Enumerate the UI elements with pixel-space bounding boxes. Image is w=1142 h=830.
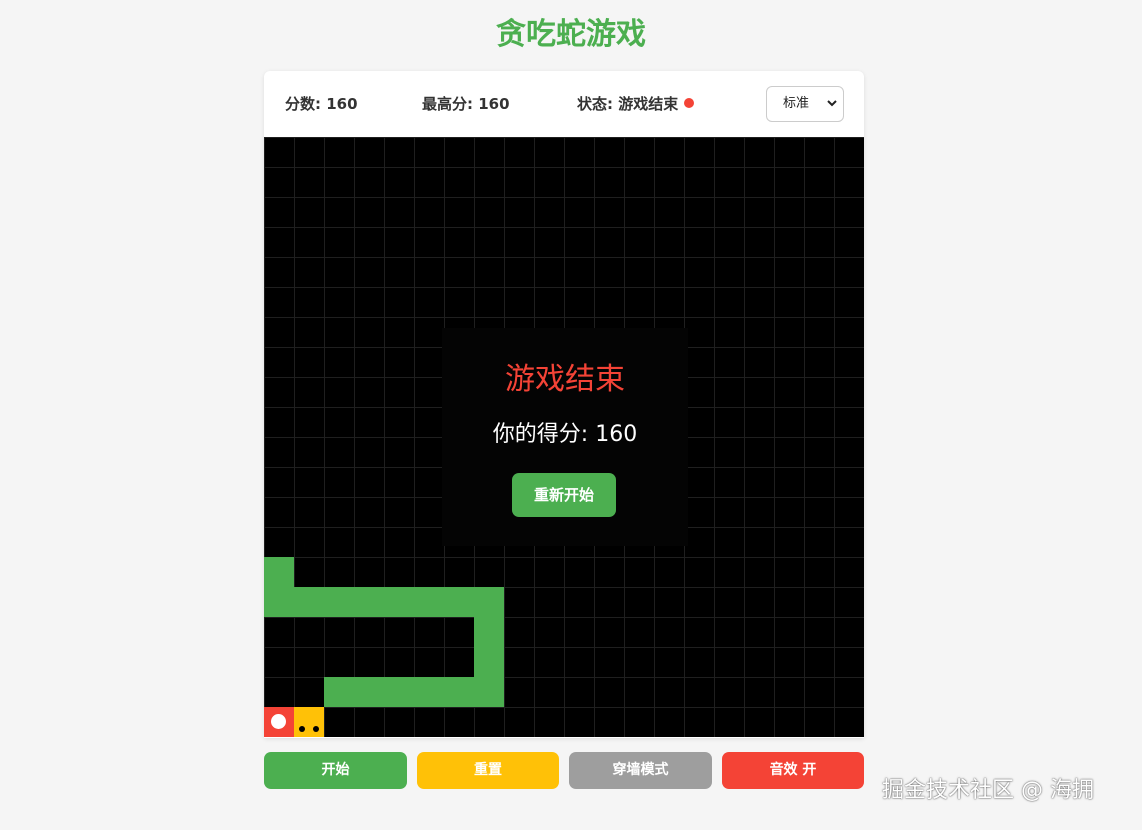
game-panel: 分数: 160 最高分: 160 状态: 游戏结束 标准 游戏结束 你的得分: … (264, 71, 864, 738)
sound-toggle-button[interactable]: 音效 开 (722, 752, 864, 789)
watermark: 掘金技术社区 @ 海拥 (882, 778, 1094, 803)
restart-button[interactable]: 重新开始 (512, 473, 616, 517)
snake-segment (264, 587, 294, 617)
snake-segment (414, 677, 444, 707)
snake-segment (414, 587, 444, 617)
snake-segment (474, 677, 504, 707)
snake-segment (354, 677, 384, 707)
snake-segment (384, 587, 414, 617)
stats-bar: 分数: 160 最高分: 160 状态: 游戏结束 标准 (264, 71, 864, 137)
snake-segment (264, 557, 294, 587)
page-title: 贪吃蛇游戏 (496, 17, 646, 52)
food-item (264, 707, 294, 737)
snake-segment (354, 587, 384, 617)
game-over-title: 游戏结束 (505, 362, 625, 397)
wall-mode-button[interactable]: 穿墙模式 (569, 752, 712, 789)
snake-segment (474, 647, 504, 677)
food-core (271, 714, 286, 729)
status-label: 状态: 游戏结束 (577, 94, 695, 114)
snake-eye (313, 726, 319, 732)
status-indicator-dot (684, 98, 695, 108)
snake-segment (474, 617, 504, 647)
snake-segment (474, 587, 504, 617)
start-button[interactable]: 开始 (264, 752, 407, 789)
snake-segment (324, 587, 354, 617)
high-score-label: 最高分: 160 (422, 95, 510, 113)
game-over-overlay: 游戏结束 你的得分: 160 重新开始 (442, 328, 688, 546)
snake-segment (324, 677, 354, 707)
snake-segment (294, 587, 324, 617)
snake-segment (444, 587, 474, 617)
snake-eye (299, 726, 305, 732)
snake-segment (384, 677, 414, 707)
final-score-text: 你的得分: 160 (492, 422, 638, 447)
reset-button[interactable]: 重置 (417, 752, 559, 789)
score-label: 分数: 160 (285, 95, 358, 113)
status-text: 状态: 游戏结束 (577, 95, 679, 113)
mode-select-value: 标准 (783, 96, 810, 111)
snake-segment (444, 677, 474, 707)
snake-head (294, 707, 324, 737)
mode-select[interactable]: 标准 (766, 86, 844, 122)
game-board[interactable]: 游戏结束 你的得分: 160 重新开始 (264, 137, 864, 737)
chevron-down-icon (827, 87, 837, 136)
